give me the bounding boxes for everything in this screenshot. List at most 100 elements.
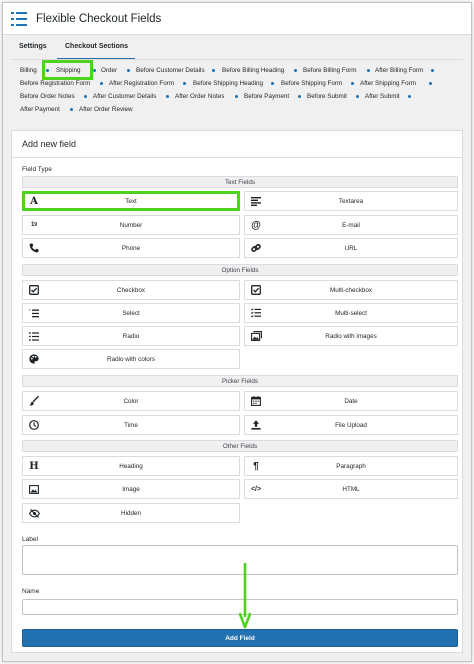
arrow-down-icon xyxy=(239,563,251,629)
list-icon xyxy=(11,11,27,26)
separator-dot xyxy=(70,108,73,111)
separator-dot xyxy=(212,69,215,72)
field-type-label-number: Number xyxy=(119,221,143,229)
field-type-select[interactable]: Select xyxy=(22,303,240,323)
separator-dot xyxy=(294,69,297,72)
field-type-multi-select[interactable]: Multi-select xyxy=(244,303,458,323)
field-type-radio-colors[interactable]: Radio with colors xyxy=(22,349,240,369)
separator-dot xyxy=(235,95,238,98)
section-before-billing-heading[interactable]: Before Billing Heading xyxy=(222,67,284,74)
section-before-payment[interactable]: Before Payment xyxy=(244,93,289,100)
calendar-icon xyxy=(250,395,262,407)
field-type-color[interactable]: Color xyxy=(22,391,240,411)
field-type-label-heading: Heading xyxy=(119,462,143,470)
multi-checkbox-icon xyxy=(250,284,262,296)
field-type-label-textarea: Textarea xyxy=(338,197,364,205)
section-order[interactable]: Order xyxy=(101,67,117,74)
field-type-file-upload[interactable]: File Upload xyxy=(244,415,458,435)
separator-dot xyxy=(271,82,274,85)
field-type-heading[interactable]: H Heading xyxy=(22,456,240,476)
field-type-label-image: Image xyxy=(122,485,140,493)
field-type-label-checkbox: Checkbox xyxy=(116,286,145,294)
clock-icon xyxy=(28,419,40,431)
section-after-registration-form[interactable]: After Registration Form xyxy=(109,80,174,87)
at-icon: @ xyxy=(251,219,261,231)
field-type-textarea[interactable]: Textarea xyxy=(244,191,458,211)
name-field-label: Name xyxy=(22,588,40,595)
section-after-shipping-form[interactable]: After Shipping Form xyxy=(360,80,416,87)
section-before-order-notes[interactable]: Before Order Notes xyxy=(20,93,75,100)
section-before-billing-form[interactable]: Before Billing Form xyxy=(303,67,357,74)
field-type-label-text: Text xyxy=(125,197,137,205)
field-type-radio[interactable]: Radio xyxy=(22,326,240,346)
link-icon xyxy=(250,242,262,254)
section-before-submit[interactable]: Before Submit xyxy=(307,93,347,100)
field-type-email[interactable]: @ E-mail xyxy=(244,215,458,235)
group-header-other: Other Fields xyxy=(22,440,458,452)
section-after-billing-form[interactable]: After Billing Form xyxy=(375,67,423,74)
group-header-option: Option Fields xyxy=(22,264,458,276)
separator-dot xyxy=(84,95,87,98)
section-billing[interactable]: Billing xyxy=(20,67,37,74)
panel-divider xyxy=(12,157,462,158)
field-type-multi-checkbox[interactable]: Multi-checkbox xyxy=(244,280,458,300)
phone-icon xyxy=(28,242,40,254)
group-header-text: Text Fields xyxy=(22,176,458,188)
field-type-image[interactable]: Image xyxy=(22,479,240,499)
shipping-highlight xyxy=(42,60,93,80)
section-before-customer-details[interactable]: Before Customer Details xyxy=(136,67,205,74)
section-row: Before Order Notes After Customer Detail… xyxy=(13,89,463,102)
field-type-paragraph[interactable]: ¶ Paragraph xyxy=(244,456,458,476)
field-type-label-url: URL xyxy=(344,244,358,252)
field-type-time[interactable]: Time xyxy=(22,415,240,435)
field-type-phone[interactable]: Phone xyxy=(22,238,240,258)
app-frame: Flexible Checkout Fields Settings Checko… xyxy=(2,2,472,662)
multi-select-icon xyxy=(250,307,262,319)
label-field-label: Label xyxy=(22,536,38,543)
field-type-checkbox[interactable]: Checkbox xyxy=(22,280,240,300)
field-type-label-radio-colors: Radio with colors xyxy=(107,355,155,363)
field-type-html[interactable]: </> HTML xyxy=(244,479,458,499)
field-type-text[interactable]: A Text xyxy=(22,191,240,211)
separator-dot xyxy=(408,95,411,98)
separator-dot xyxy=(298,95,301,98)
text-icon: A xyxy=(30,195,38,207)
separator-dot xyxy=(429,82,432,85)
section-after-order-notes[interactable]: After Order Notes xyxy=(175,93,224,100)
section-after-customer-details[interactable]: After Customer Details xyxy=(93,93,156,100)
section-after-submit[interactable]: After Submit xyxy=(365,93,400,100)
field-type-label-hidden: Hidden xyxy=(121,509,141,517)
section-before-shipping-heading[interactable]: Before Shipping Heading xyxy=(193,80,263,87)
field-type-label-email: E-mail xyxy=(342,221,360,229)
separator-dot xyxy=(431,69,434,72)
field-type-label-date: Date xyxy=(344,397,358,405)
section-before-registration-form[interactable]: Before Registration Form xyxy=(20,80,90,87)
field-type-label-multi-select: Multi-select xyxy=(335,309,367,317)
section-after-order-review[interactable]: After Order Review xyxy=(79,106,133,113)
field-type-hidden[interactable]: Hidden xyxy=(22,503,240,523)
field-type-label-phone: Phone xyxy=(121,244,141,252)
field-type-number[interactable]: 19 Number xyxy=(22,215,240,235)
top-bar: Flexible Checkout Fields xyxy=(3,3,471,35)
code-icon: </> xyxy=(250,485,262,493)
image-icon xyxy=(28,483,40,495)
tab-checkout-sections[interactable]: Checkout Sections xyxy=(65,43,128,50)
field-type-label-multi-checkbox: Multi-checkbox xyxy=(330,286,372,294)
section-after-payment[interactable]: After Payment xyxy=(20,106,60,113)
field-type-radio-images[interactable]: Radio with images xyxy=(244,326,458,346)
separator-dot xyxy=(356,95,359,98)
field-type-label: Field Type xyxy=(22,166,52,173)
field-type-label-radio: Radio xyxy=(122,332,140,340)
field-type-url[interactable]: URL xyxy=(244,238,458,258)
section-before-shipping-form[interactable]: Before Shipping Form xyxy=(281,80,342,87)
brush-icon xyxy=(28,395,40,407)
separator-dot xyxy=(93,69,96,72)
tab-settings[interactable]: Settings xyxy=(19,43,47,50)
separator-dot xyxy=(100,82,103,85)
add-field-button[interactable]: Add Field xyxy=(22,629,458,647)
checkbox-icon xyxy=(28,284,40,296)
app-title: Flexible Checkout Fields xyxy=(36,12,162,25)
heading-icon: H xyxy=(29,460,39,472)
field-type-date[interactable]: Date xyxy=(244,391,458,411)
add-field-panel: Add new field Field Type Text Fields A T… xyxy=(11,130,463,653)
